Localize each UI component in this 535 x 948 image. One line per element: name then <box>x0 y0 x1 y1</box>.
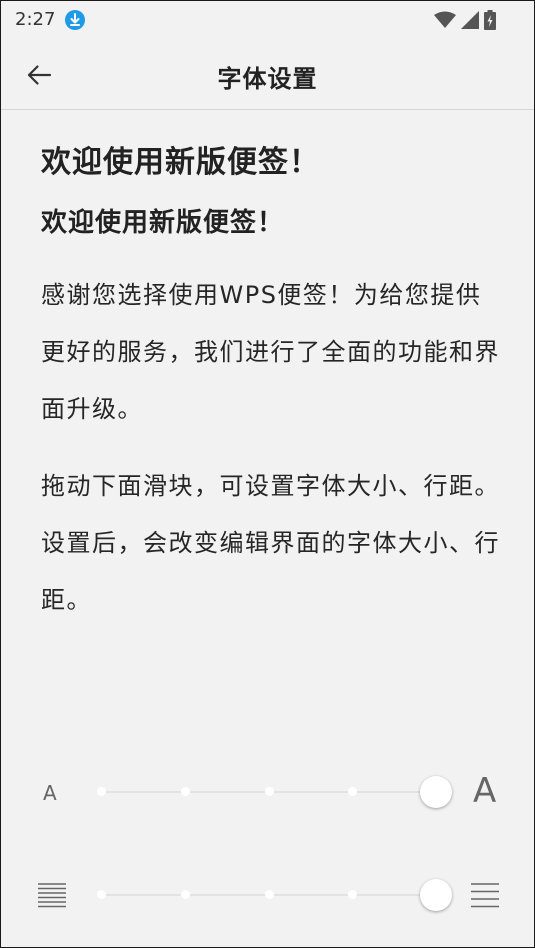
slider-step-dot <box>348 787 358 796</box>
slider-step-dot <box>180 787 190 796</box>
preview-heading-small: 欢迎使用新版便签！ <box>41 208 285 238</box>
app-bar: 字体设置 <box>1 39 534 110</box>
slider-step-dot <box>180 890 190 899</box>
screen: 2:27 字体设置 欢迎使用新版便签！ 欢迎使用新版便签！ 感谢您选择使用WPS… <box>0 0 535 948</box>
battery-charging-icon <box>484 10 496 30</box>
download-notification-icon <box>65 10 85 30</box>
page-title: 字体设置 <box>217 65 318 93</box>
line-spacing-slider-row <box>1 870 534 920</box>
dense-lines-icon <box>38 883 66 908</box>
status-time: 2:27 <box>15 9 56 30</box>
wifi-icon <box>434 11 456 28</box>
slider-step-dot <box>97 890 106 899</box>
font-size-max-label: A <box>473 771 497 811</box>
preview-paragraph: 拖动下面滑块，可设置字体大小、行距。设置后，会改变编辑界面的字体大小、行距。 <box>41 472 500 614</box>
slider-thumb[interactable] <box>420 776 452 808</box>
status-icons <box>434 10 496 30</box>
slider-step-dot <box>348 890 358 899</box>
preview-paragraph: 感谢您选择使用WPS便签！为给您提供更好的服务，我们进行了全面的功能和界面升级。 <box>41 281 500 423</box>
preview-heading-large: 欢迎使用新版便签！ <box>41 145 320 180</box>
slider-step-dot <box>97 787 106 796</box>
sparse-lines-icon <box>471 883 499 908</box>
status-bar: 2:27 <box>1 1 534 39</box>
slider-step-dot <box>264 787 274 796</box>
slider-step-dot <box>264 890 274 899</box>
font-size-min-label: A <box>43 781 57 805</box>
slider-thumb[interactable] <box>420 879 452 911</box>
cellular-signal-icon <box>461 11 479 29</box>
preview-content: 欢迎使用新版便签！ 欢迎使用新版便签！ 感谢您选择使用WPS便签！为给您提供更好… <box>41 109 504 629</box>
font-size-slider-row: A A <box>1 767 534 817</box>
